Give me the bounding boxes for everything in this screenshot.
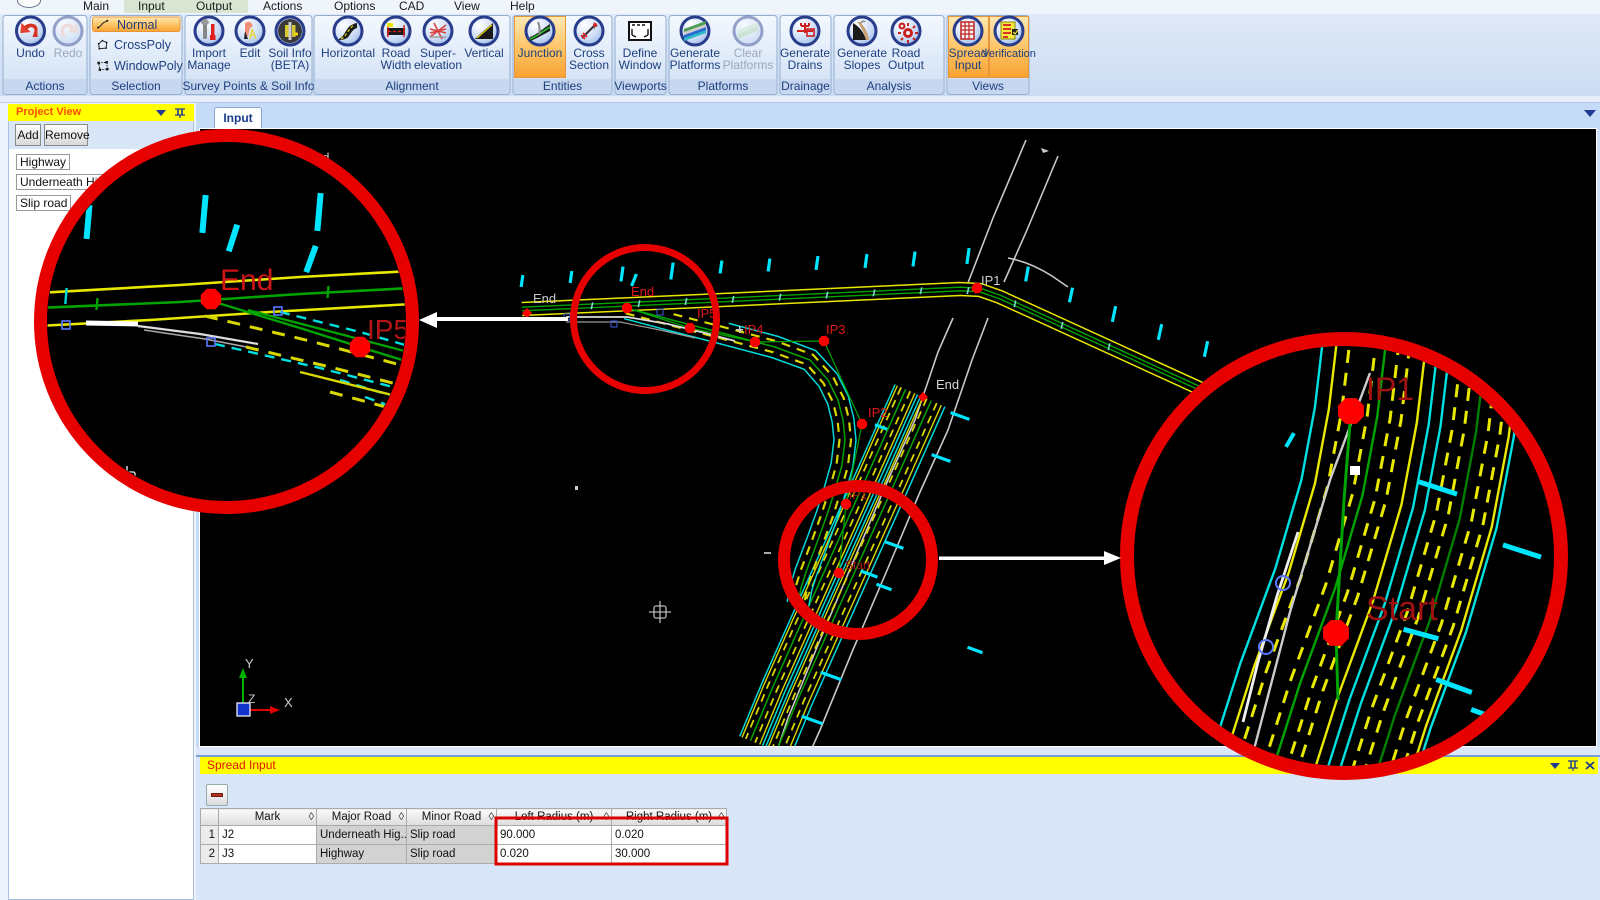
svg-text:Input: Input <box>955 58 982 72</box>
svg-text:X: X <box>284 695 293 710</box>
svg-text:Manage: Manage <box>187 58 231 72</box>
svg-text:Horizontal: Horizontal <box>321 46 375 60</box>
svg-text:IP3: IP3 <box>826 322 846 337</box>
svg-text:Platforms: Platforms <box>698 79 749 93</box>
svg-text:Verification: Verification <box>982 48 1036 60</box>
svg-text:Analysis: Analysis <box>867 79 912 93</box>
svg-text:Junction: Junction <box>518 46 563 60</box>
svg-text:End: End <box>533 291 556 306</box>
svg-text:Redo: Redo <box>54 46 83 60</box>
svg-text:Z: Z <box>248 692 255 706</box>
svg-text:Actions: Actions <box>25 79 64 93</box>
svg-text:Viewports: Viewports <box>614 79 666 93</box>
svg-text:Normal: Normal <box>117 18 157 32</box>
svg-text:Undo: Undo <box>16 46 45 60</box>
svg-text:ad: ad <box>315 150 329 165</box>
svg-text:Alignment: Alignment <box>385 79 439 93</box>
svg-text:Window: Window <box>619 58 662 72</box>
svg-text:Drainage: Drainage <box>781 79 830 93</box>
svg-text:elevation: elevation <box>414 58 462 72</box>
svg-text:Slopes: Slopes <box>844 58 881 72</box>
svg-text:(BETA): (BETA) <box>271 58 309 72</box>
svg-text:Entities: Entities <box>543 79 582 93</box>
svg-text:IP4: IP4 <box>744 322 764 337</box>
svg-text:Width: Width <box>381 58 412 72</box>
svg-text:Vertical: Vertical <box>464 46 503 60</box>
svg-text:CrossPoly: CrossPoly <box>114 38 172 52</box>
svg-text:Views: Views <box>972 79 1004 93</box>
svg-text:Selection: Selection <box>111 79 160 93</box>
svg-text:Output: Output <box>888 58 925 72</box>
svg-text:Start: Start <box>845 558 871 572</box>
svg-text:Edit: Edit <box>240 46 261 60</box>
svg-text:Section: Section <box>569 58 609 72</box>
svg-text:IP2: IP2 <box>868 405 888 420</box>
svg-text:IP1: IP1 <box>981 273 1001 288</box>
svg-text:Platforms: Platforms <box>723 58 774 72</box>
svg-text:End: End <box>936 377 959 392</box>
svg-text:IP5: IP5 <box>697 306 717 321</box>
svg-text:Survey Points & Soil Info: Survey Points & Soil Info <box>182 79 314 93</box>
svg-text:End: End <box>631 284 654 299</box>
svg-text:Drains: Drains <box>788 58 823 72</box>
svg-text:WindowPoly: WindowPoly <box>114 59 184 73</box>
svg-text:IP1: IP1 <box>849 488 867 502</box>
svg-text:Y: Y <box>245 656 254 671</box>
svg-text:Platforms: Platforms <box>670 58 721 72</box>
